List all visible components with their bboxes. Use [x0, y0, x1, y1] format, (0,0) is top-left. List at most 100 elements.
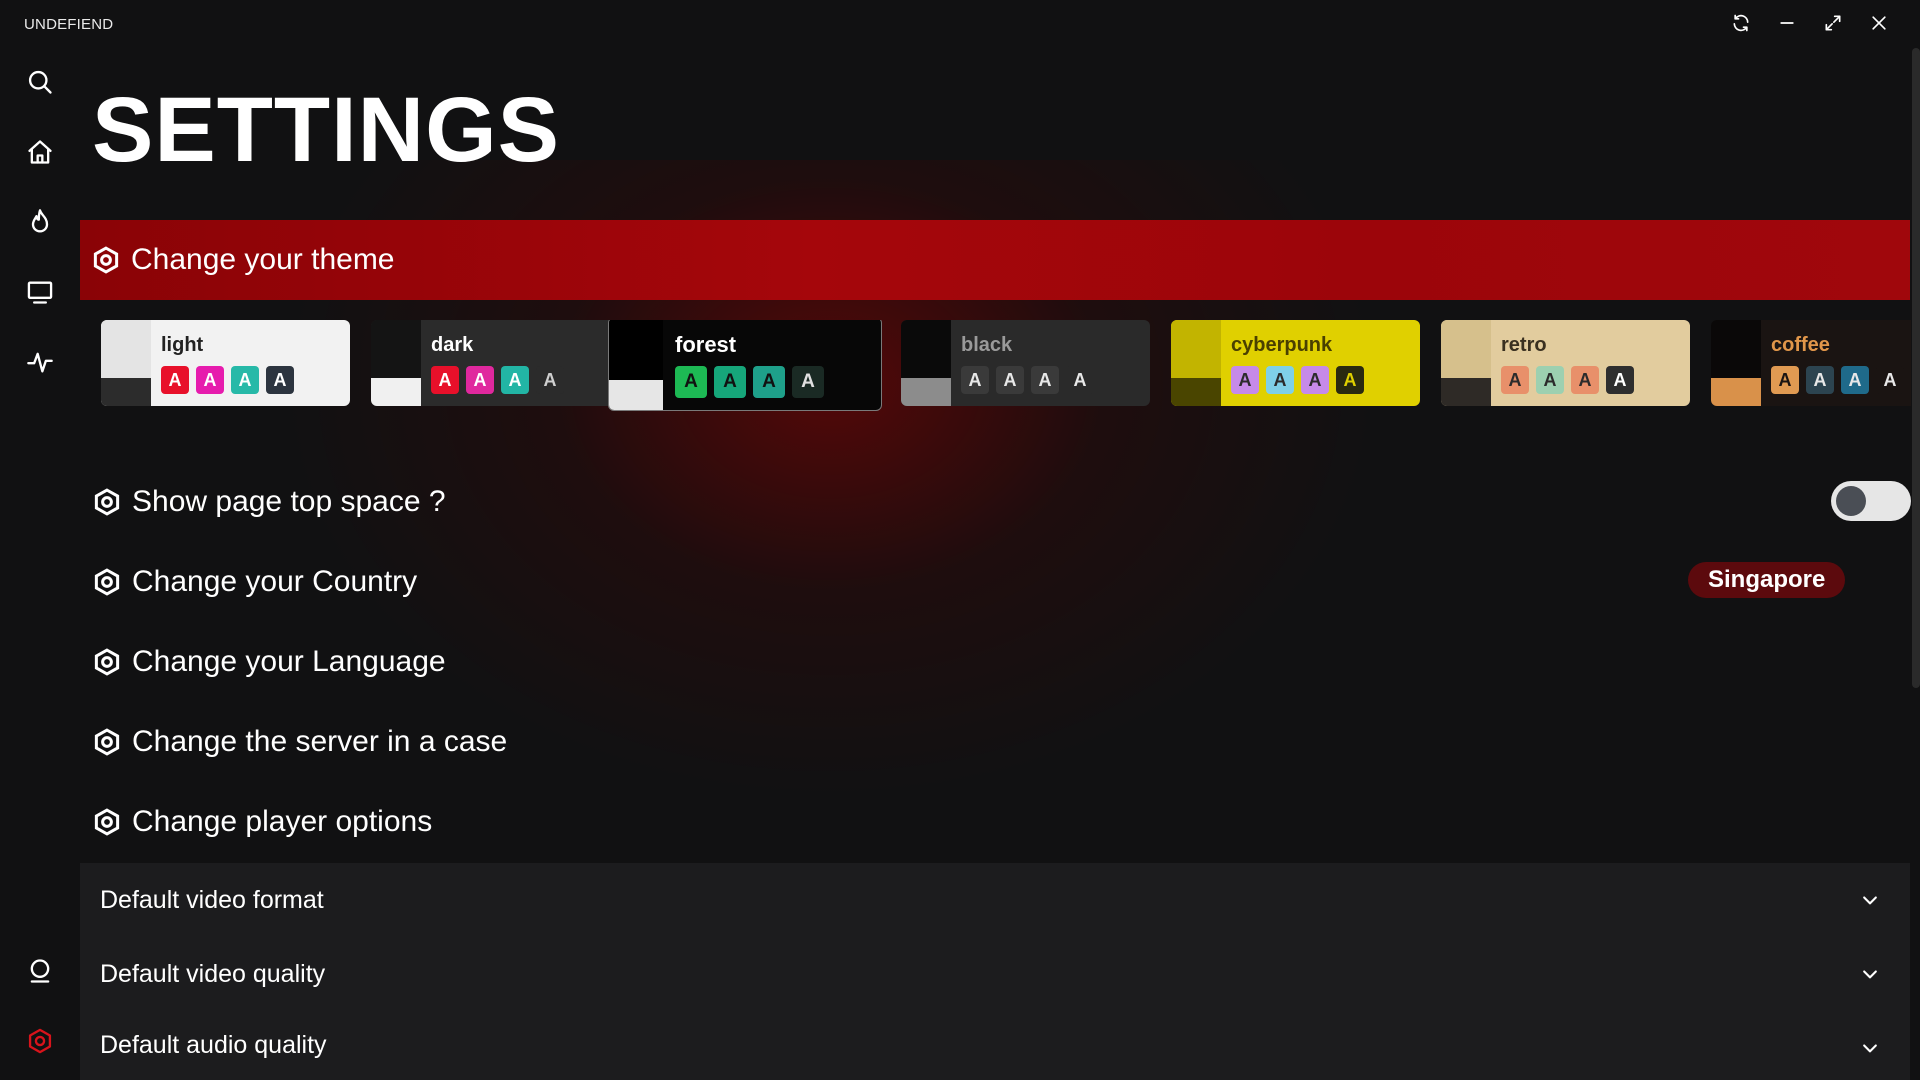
video-format-dropdown[interactable]: Default video format	[80, 863, 1910, 937]
theme-color-chip: A	[753, 366, 785, 398]
theme-color-chip: A	[675, 366, 707, 398]
theme-card-coffee[interactable]: coffee A A A A	[1711, 320, 1911, 406]
theme-swatch-top	[609, 320, 663, 382]
theme-swatch-top	[1171, 320, 1221, 378]
setting-top-space: Show page top space ?	[92, 477, 1911, 527]
fire-icon	[26, 208, 54, 241]
theme-name: dark	[431, 334, 474, 356]
nav-trending[interactable]	[20, 204, 60, 244]
theme-card-retro[interactable]: retro A A A A	[1441, 320, 1690, 406]
page-title: SETTINGS	[92, 79, 561, 181]
theme-color-chip: A	[231, 366, 259, 394]
setting-label: Change your Country	[132, 565, 418, 598]
theme-card-dark[interactable]: dark A A A A	[371, 320, 620, 406]
theme-color-chip: A	[1806, 366, 1834, 394]
theme-name: light	[161, 334, 204, 356]
settings-hex-icon	[92, 567, 122, 597]
setting-label: Change player options	[132, 805, 433, 838]
theme-color-chips: AAAA	[431, 366, 564, 394]
chevron-down-icon	[1860, 1038, 1880, 1058]
theme-color-chip: A	[1606, 366, 1634, 394]
theme-color-chip: A	[792, 366, 824, 398]
setting-language[interactable]: Change your Language	[92, 637, 1892, 687]
theme-color-chip: A	[266, 366, 294, 394]
theme-swatch-top	[101, 320, 151, 378]
video-quality-dropdown[interactable]: Default video quality	[80, 937, 1910, 1011]
dropdown-label: Default video format	[100, 885, 324, 914]
nav-activity[interactable]	[20, 344, 60, 384]
activity-icon	[26, 348, 54, 381]
theme-swatch-top	[371, 320, 421, 378]
settings-hex-icon	[91, 245, 121, 275]
settings-page: SETTINGS Change your theme light A A A Adark…	[80, 0, 1911, 1080]
sidebar	[0, 60, 80, 1080]
theme-name: forest	[675, 332, 737, 357]
nav-settings[interactable]	[20, 1023, 60, 1063]
theme-color-chip: A	[1031, 366, 1059, 394]
theme-color-chip: A	[1771, 366, 1799, 394]
settings-hex-icon	[92, 807, 122, 837]
toggle-knob	[1836, 486, 1866, 516]
theme-color-chip: A	[1231, 366, 1259, 394]
theme-name: cyberpunk	[1231, 334, 1333, 356]
audio-quality-dropdown[interactable]: Default audio quality	[80, 1011, 1910, 1080]
nav-search[interactable]	[20, 64, 60, 104]
scrollbar[interactable]	[1912, 48, 1920, 688]
theme-card-cyberpunk[interactable]: cyberpunk A A A A	[1171, 320, 1420, 406]
theme-color-chip: A	[501, 366, 529, 394]
theme-swatch-bottom	[101, 378, 151, 406]
theme-color-chip: A	[1876, 366, 1904, 394]
setting-label: Change the server in a case	[132, 725, 508, 758]
tv-icon	[26, 278, 54, 311]
theme-swatch-bottom	[1711, 378, 1761, 406]
theme-swatch-bottom	[1441, 378, 1491, 406]
theme-color-chips: AAAA	[961, 366, 1094, 394]
theme-swatch-bottom	[609, 380, 663, 410]
country-select[interactable]: Singapore	[1688, 562, 1846, 598]
theme-swatch-top	[901, 320, 951, 378]
dropdown-label: Default video quality	[100, 959, 326, 988]
theme-color-chip: A	[996, 366, 1024, 394]
chevron-down-icon	[1860, 890, 1880, 910]
theme-swatch-top	[1711, 320, 1761, 378]
settings-hex-icon	[92, 487, 122, 517]
theme-name: coffee	[1771, 334, 1830, 356]
top-space-toggle[interactable]	[1831, 481, 1911, 521]
setting-label: Show page top space ?	[132, 485, 446, 518]
theme-color-chips: AAAA	[1231, 366, 1364, 394]
theme-color-chip: A	[161, 366, 189, 394]
user-icon	[26, 957, 54, 990]
settings-hex-icon	[92, 727, 122, 757]
setting-player[interactable]: Change player options	[92, 797, 1892, 847]
setting-country: Change your Country Singapore	[92, 557, 1892, 607]
theme-swatch-bottom	[371, 378, 421, 406]
settings-icon	[26, 1027, 54, 1060]
theme-color-chips: AAAA	[1771, 366, 1904, 394]
home-icon	[26, 138, 54, 171]
theme-color-chips: AAAA	[161, 366, 294, 394]
theme-swatch-bottom	[1171, 378, 1221, 406]
theme-card-black[interactable]: black A A A A	[901, 320, 1150, 406]
theme-color-chip: A	[1336, 366, 1364, 394]
nav-home[interactable]	[20, 134, 60, 174]
nav-profile[interactable]	[20, 953, 60, 993]
theme-section-label: Change your theme	[131, 243, 395, 276]
theme-color-chip: A	[1266, 366, 1294, 394]
setting-server[interactable]: Change the server in a case	[92, 717, 1892, 767]
nav-tv[interactable]	[20, 274, 60, 314]
theme-picker: light A A A Adark A A A Aforest A A A Ablack A A A Acybe…	[101, 320, 1911, 412]
theme-swatch-bottom	[901, 378, 951, 406]
theme-color-chip: A	[431, 366, 459, 394]
theme-color-chip: A	[466, 366, 494, 394]
theme-color-chip: A	[536, 366, 564, 394]
theme-color-chip: A	[1571, 366, 1599, 394]
setting-label: Change your Language	[132, 645, 446, 678]
dropdown-label: Default audio quality	[100, 1031, 327, 1059]
theme-card-forest[interactable]: forest A A A A	[608, 320, 882, 411]
theme-name: black	[961, 334, 1013, 356]
theme-color-chip: A	[1066, 366, 1094, 394]
theme-color-chips: AAAA	[1501, 366, 1634, 394]
theme-color-chip: A	[1501, 366, 1529, 394]
theme-color-chip: A	[196, 366, 224, 394]
theme-card-light[interactable]: light A A A A	[101, 320, 350, 406]
